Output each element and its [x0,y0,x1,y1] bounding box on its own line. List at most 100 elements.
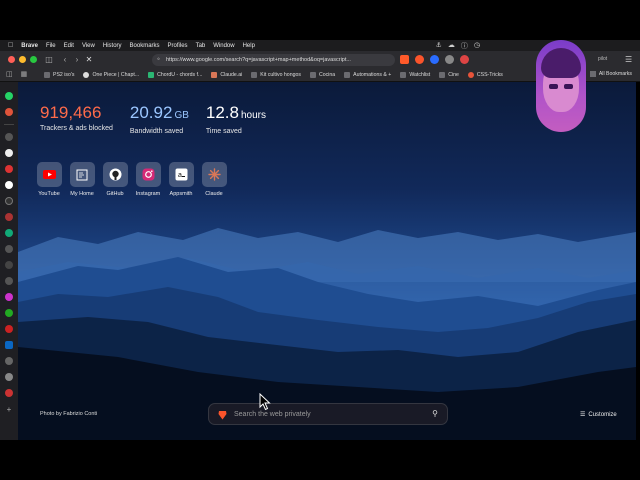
mouse-cursor-icon [259,393,271,411]
menu-view[interactable]: View [82,43,95,49]
app-icon[interactable] [5,108,13,116]
app-icon[interactable] [5,245,13,253]
menu-app-name[interactable]: Brave [21,43,38,49]
tile-instagram[interactable]: Instagram [135,162,161,197]
webcam-glasses-left [549,84,558,89]
photo-credit[interactable]: Photo by Fabrizio Conti [40,411,97,417]
bookmark-item[interactable]: Cine [439,71,459,78]
menu-edit[interactable]: Edit [64,43,74,49]
bookmark-item[interactable]: Watchlist [400,71,430,78]
app-icon[interactable] [5,181,13,189]
app-icon[interactable] [5,213,13,221]
bookmarks-left-tools: ◫ ▦ [6,70,27,78]
bookmark-item[interactable]: One Piece | Chapt... [83,71,139,78]
tile-youtube[interactable]: YouTube [36,162,62,197]
site-info-icon[interactable]: ⚬ [156,56,161,63]
svg-text:a: a [178,172,182,179]
time-value: 12.8 [205,103,239,122]
mountain-background [18,228,636,440]
menu-bookmarks[interactable]: Bookmarks [130,43,160,49]
settings-icon[interactable] [5,373,13,381]
top-sites: YouTube My Home GitHub Instagram a Appsm… [36,162,227,197]
sidebar-divider [4,124,14,125]
search-box[interactable]: Search the web privately ⚲ [208,403,448,425]
bookmark-item[interactable]: CSS-Tricks [467,71,503,78]
bookmark-item[interactable]: Automations & + [344,71,391,78]
copilot-badge[interactable]: pilot [598,56,607,62]
whatsapp-icon[interactable] [5,92,13,100]
app-icon[interactable] [5,293,13,301]
address-text: https://www.google.com/search?q=javascri… [166,57,351,63]
clock-icon[interactable]: ◷ [474,41,480,51]
zoom-window-icon[interactable] [30,56,37,63]
customize-button[interactable]: ☰ Customize [580,411,617,419]
address-bar[interactable]: ⚬ https://www.google.com/search?q=javasc… [152,54,395,66]
vertical-sidebar: + [0,82,18,440]
hamburger-menu-icon[interactable]: ☰ [625,55,632,64]
apps-grid-icon[interactable]: ▦ [21,70,28,78]
app-icon[interactable] [5,389,13,397]
globe-icon [83,71,90,78]
webcam-glasses-right [564,84,573,89]
minimize-window-icon[interactable] [19,56,26,63]
webcam-hair [541,48,581,78]
tile-my-home[interactable]: My Home [69,162,95,197]
claude-icon [207,168,221,181]
folder-icon [589,71,596,77]
bookmark-item[interactable]: ChordU - chords f... [148,71,202,78]
extension-gray-icon[interactable] [445,55,454,64]
app-icon[interactable] [5,229,13,237]
search-icon[interactable]: ⚲ [432,409,438,418]
menu-profiles[interactable]: Profiles [168,43,188,49]
bookmark-item[interactable]: Kit cultivo hongos [251,71,301,78]
extension-blue-icon[interactable] [430,55,439,64]
menu-window[interactable]: Window [213,43,234,49]
menu-file[interactable]: File [46,43,56,49]
privacy-stats: 919,466 Trackers & ads blocked 20.92 GB B… [40,103,266,136]
tile-label: My Home [70,191,94,197]
stat-time: 12.8 hours Time saved [205,103,266,136]
sidebar-panel-icon[interactable]: ◫ [6,70,13,78]
back-icon[interactable]: ‹ [59,55,71,64]
all-bookmarks[interactable]: All Bookmarks [589,71,632,77]
tile-label: Claude [205,191,223,197]
app-icon[interactable] [5,133,13,141]
app-icon[interactable] [5,325,13,333]
cloud-icon[interactable]: ☁ [448,41,455,51]
extension-red-icon[interactable] [460,55,469,64]
brave-rewards-icon[interactable] [415,55,424,64]
linkedin-icon[interactable] [5,341,13,349]
brave-shields-icon[interactable] [400,55,409,64]
menu-tab[interactable]: Tab [196,43,206,49]
search-placeholder: Search the web privately [234,410,311,418]
forward-icon[interactable]: › [71,55,83,64]
folder-icon [400,71,407,78]
app-icon[interactable] [5,261,13,269]
bookmark-item[interactable]: Claude.ai [211,71,242,78]
bookmark-item[interactable]: PS2 iso's [44,71,74,78]
close-window-icon[interactable] [8,56,15,63]
app-icon[interactable] [5,309,13,317]
docker-icon[interactable]: ⚓ [436,41,442,51]
stop-icon[interactable]: ✕ [83,55,95,64]
menu-help[interactable]: Help [243,43,255,49]
bandwidth-value: 20.92 [129,103,173,122]
tile-appsmith[interactable]: a Appsmith [168,162,194,197]
document-icon [76,169,88,180]
brave-lion-icon [218,411,227,420]
menu-history[interactable]: History [103,43,122,49]
sidebar-toggle-icon[interactable]: ◫ [43,55,55,64]
apple-icon[interactable]:  [8,42,13,49]
add-panel-icon[interactable]: + [7,405,12,414]
app-icon[interactable] [5,149,13,157]
bookmark-item[interactable]: Cocina [309,71,335,78]
info-icon[interactable]: ⓘ [461,41,468,51]
tile-github[interactable]: GitHub [102,162,128,197]
github-icon [109,168,121,181]
app-icon[interactable] [5,277,13,285]
app-icon[interactable] [5,357,13,365]
tile-claude[interactable]: Claude [201,162,227,197]
app-icon[interactable] [5,197,13,205]
app-icon[interactable] [5,165,13,173]
folder-icon [44,71,50,78]
